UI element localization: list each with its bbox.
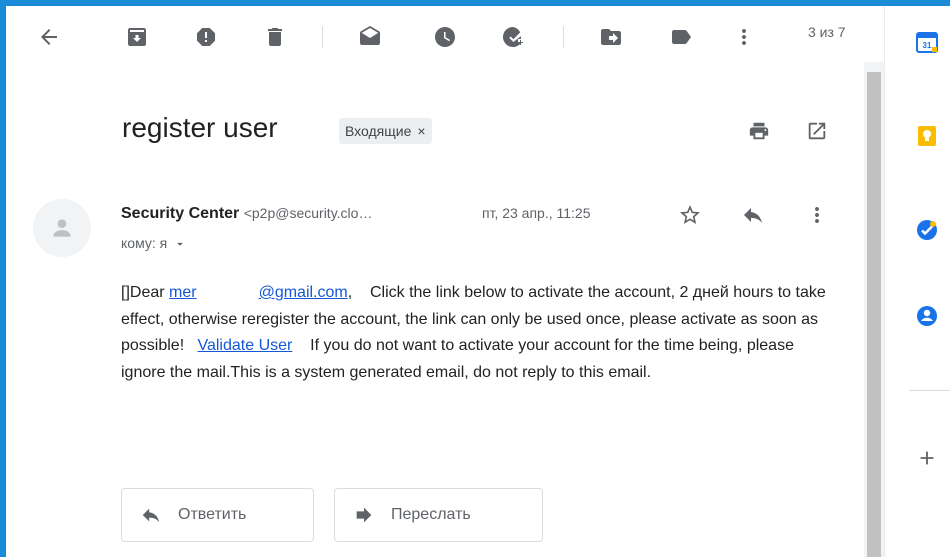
archive-icon[interactable]	[120, 20, 154, 54]
scrollbar-thumb[interactable]	[867, 72, 881, 557]
body-text-1: []Dear	[121, 284, 170, 301]
inbox-label-chip[interactable]: Входящие ×	[339, 118, 432, 144]
dropdown-arrow-icon	[177, 243, 184, 247]
email-subject: register user	[122, 112, 278, 143]
side-panel: 31	[884, 6, 950, 557]
sender-line: Security Center <p2p@security.clo…	[121, 205, 372, 223]
delete-icon[interactable]	[258, 20, 292, 54]
recipient-text: кому: я	[121, 235, 168, 251]
snooze-icon[interactable]	[428, 20, 462, 54]
sender-name[interactable]: Security Center	[121, 205, 239, 222]
more-vert-icon[interactable]	[727, 20, 761, 54]
person-icon	[53, 219, 71, 237]
add-addon-icon[interactable]	[915, 446, 939, 470]
email-link-part2[interactable]: @gmail.com	[259, 284, 348, 301]
reply-arrow-icon	[142, 508, 160, 523]
reply-button[interactable]: Ответить	[121, 488, 314, 542]
label-text: Входящие	[345, 123, 412, 139]
message-counter: 3 из 7	[808, 24, 846, 40]
remove-label-button[interactable]: ×	[417, 123, 425, 139]
message-date: пт, 23 апр., 11:25	[482, 205, 591, 221]
mark-unread-icon[interactable]	[353, 20, 387, 54]
calendar-icon[interactable]: 31	[915, 30, 939, 54]
recipient-details[interactable]: кому: я	[121, 235, 187, 251]
email-body: []Dear mer @gmail.com, Click the link bel…	[121, 280, 841, 386]
back-arrow-icon[interactable]	[32, 20, 66, 54]
keep-icon[interactable]	[915, 124, 939, 148]
add-to-tasks-icon[interactable]	[496, 20, 530, 54]
forward-button[interactable]: Переслать	[334, 488, 543, 542]
forward-arrow-icon	[356, 507, 372, 523]
tasks-icon[interactable]	[915, 218, 939, 242]
report-spam-icon[interactable]	[189, 20, 223, 54]
reply-label: Ответить	[178, 506, 247, 523]
toolbar	[6, 6, 864, 68]
star-icon[interactable]	[675, 200, 705, 230]
contacts-icon[interactable]	[915, 304, 939, 328]
open-in-new-window-icon[interactable]	[804, 118, 830, 144]
toolbar-divider	[322, 26, 323, 48]
sender-avatar[interactable]	[33, 199, 91, 257]
more-options-icon[interactable]	[802, 200, 832, 230]
forward-label: Переслать	[391, 506, 471, 523]
label-icon[interactable]	[664, 20, 698, 54]
move-to-icon[interactable]	[594, 20, 628, 54]
reply-icon[interactable]	[738, 200, 768, 230]
window-frame	[0, 0, 950, 557]
validate-user-link[interactable]: Validate User	[197, 337, 292, 354]
email-link-part1[interactable]: mer	[169, 284, 197, 301]
calendar-day: 31	[923, 41, 932, 50]
print-icon[interactable]	[746, 118, 772, 144]
sender-email[interactable]: <p2p@security.clo…	[244, 205, 373, 221]
toolbar-divider	[563, 26, 564, 48]
side-panel-divider	[909, 390, 950, 391]
